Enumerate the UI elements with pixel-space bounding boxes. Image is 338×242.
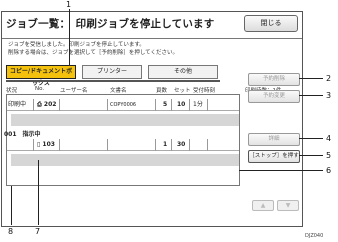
- stop-all-button[interactable]: ［ストップ］を押す: [248, 150, 300, 163]
- message-line-2: 削除する場合は、ジョブを選択して［予約削除］を押してください。: [8, 50, 179, 56]
- col-time: 受付時刻: [193, 88, 216, 94]
- list-item-empty: [11, 154, 239, 166]
- status-message: ジョブを受信しました。印刷ジョブを停止しています。 削除する場合は、ジョブを選択…: [8, 41, 238, 57]
- close-button[interactable]: 閉じる: [244, 15, 298, 32]
- callout-7: 7: [35, 227, 41, 236]
- tab-underline: [6, 80, 220, 82]
- title-divider: [2, 38, 302, 39]
- tab-other[interactable]: その他: [148, 65, 218, 79]
- callout-3: 3: [326, 91, 332, 100]
- row-sets: 10: [177, 101, 186, 108]
- callout-1: 1: [66, 0, 72, 9]
- row-sets: 30: [177, 141, 186, 148]
- table-row-queued[interactable]: ▯ 103 1 30: [7, 139, 239, 151]
- title-bar: ジョブ一覧： 印刷ジョブを停止しています 閉じる: [2, 12, 302, 38]
- reserve-change-button[interactable]: 予約変更: [248, 90, 300, 103]
- tab-printer[interactable]: プリンター: [82, 65, 142, 79]
- row-pages: 1: [163, 141, 168, 148]
- job-type-tabs: コピー/ドキュメントボックス プリンター その他: [6, 65, 220, 87]
- document-icon: ▯: [37, 141, 41, 148]
- col-no: No.: [35, 86, 45, 92]
- row-doc: COPY0006: [110, 102, 137, 108]
- scroll-down-button[interactable]: ▼: [277, 200, 299, 211]
- details-button[interactable]: 詳細: [248, 133, 300, 146]
- message-line-1: ジョブを受信しました。印刷ジョブを停止しています。: [8, 42, 145, 48]
- row-time: 1分: [193, 101, 203, 108]
- list-item-empty: [11, 114, 239, 126]
- figure-id: DJZ040: [305, 233, 324, 239]
- callout-4: 4: [326, 134, 332, 143]
- callout-2: 2: [326, 74, 332, 83]
- scroll-up-button[interactable]: ▲: [252, 200, 274, 211]
- col-status: 状況: [6, 88, 18, 94]
- copy-job-icon: ⎙: [37, 101, 42, 108]
- page-title: ジョブ一覧： 印刷ジョブを停止しています: [6, 18, 215, 30]
- col-user: ユーザー名: [60, 88, 88, 94]
- row-no: ▯ 103: [37, 141, 55, 148]
- row-no: ⎙ 202: [37, 101, 57, 108]
- callout-8: 8: [8, 227, 14, 236]
- queue-label: 001 指示中: [4, 131, 41, 138]
- reserve-delete-button[interactable]: 予約削除: [248, 73, 300, 86]
- table-row-printing[interactable]: 印刷中 ⎙ 202 COPY0006 5 10 1分: [7, 99, 239, 111]
- row-status: 印刷中: [8, 101, 27, 108]
- row-pages: 5: [163, 101, 168, 108]
- tab-copy-document-box[interactable]: コピー/ドキュメントボックス: [6, 65, 76, 87]
- col-pages: 頁数: [156, 88, 168, 94]
- callout-6: 6: [326, 166, 332, 175]
- callout-5: 5: [326, 151, 332, 160]
- job-list: 印刷中 ⎙ 202 COPY0006 5 10 1分 001 指示中 ▯ 103…: [4, 94, 240, 186]
- col-doc: 文書名: [110, 88, 127, 94]
- col-sets: セット: [174, 88, 191, 94]
- job-list-screen: ジョブ一覧： 印刷ジョブを停止しています 閉じる ジョブを受信しました。印刷ジョ…: [1, 11, 303, 227]
